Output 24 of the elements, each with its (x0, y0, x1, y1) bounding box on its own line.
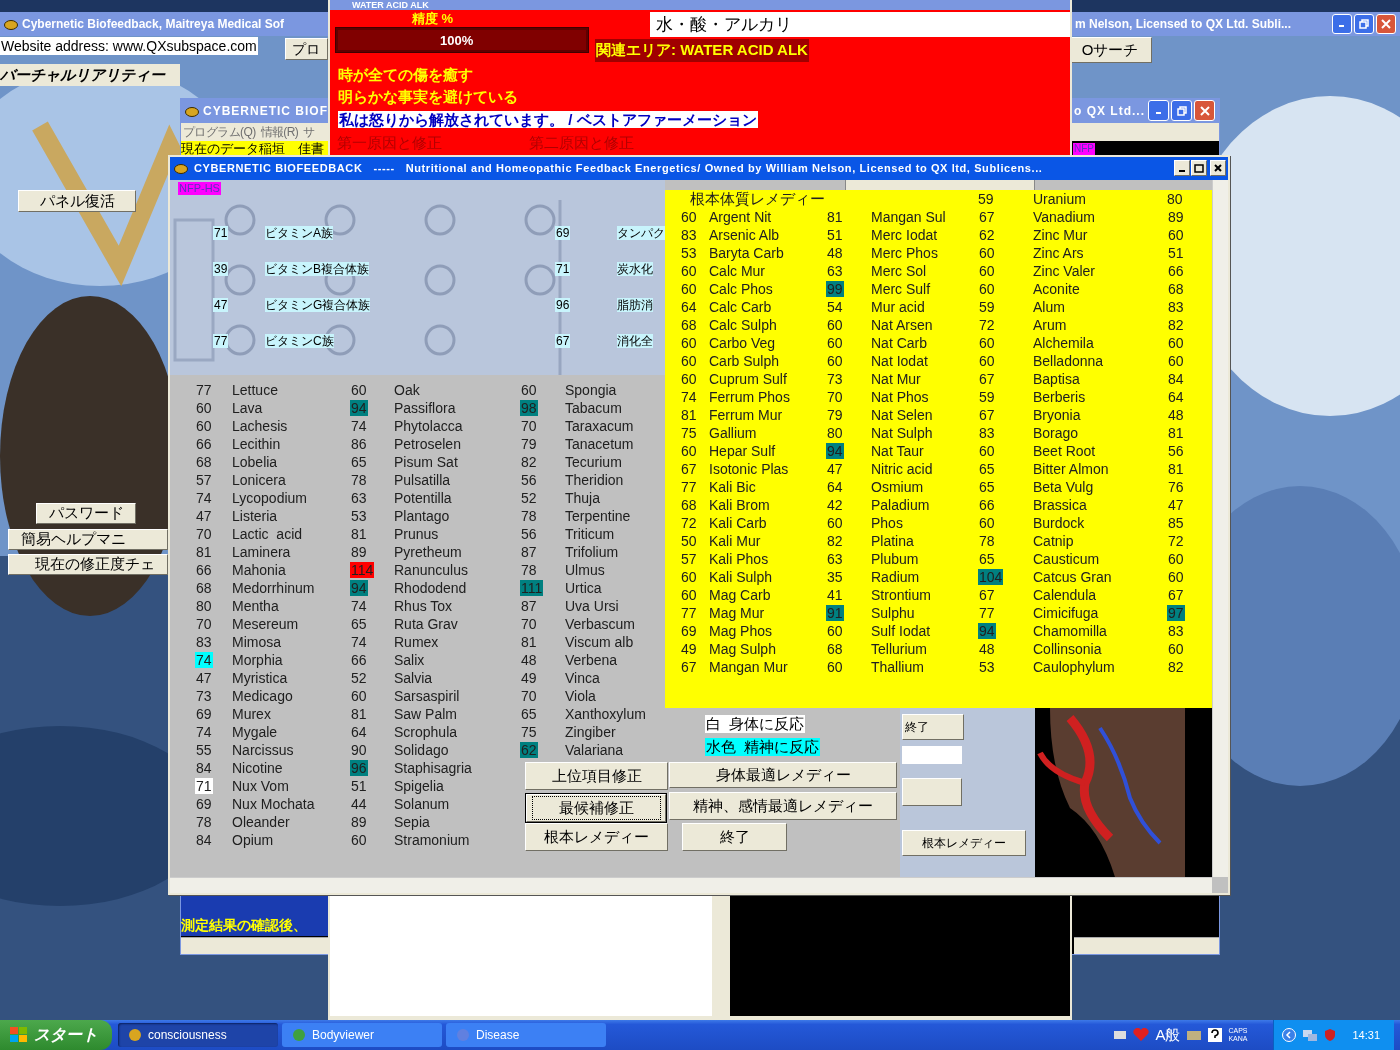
remedy-field[interactable]: 水・酸・アルカリ (650, 12, 1070, 37)
ime-indicator[interactable]: A般 (1155, 1023, 1181, 1047)
app-icon (4, 18, 18, 30)
app-icon (128, 1028, 142, 1042)
windows-logo-icon (10, 1027, 28, 1043)
app-icon (456, 1028, 470, 1042)
heart-icon (1133, 1028, 1150, 1042)
start-button[interactable]: スタート (0, 1020, 112, 1050)
close-icon (1381, 19, 1391, 29)
help-icon (1208, 1028, 1223, 1042)
window-title: WATER ACID ALK (352, 1, 429, 10)
window-title: m Nelson, Licensed to QX Ltd. Subli... (1075, 16, 1292, 33)
clock: 14:31 (1352, 1027, 1380, 1043)
restore-icon (1359, 19, 1369, 29)
taskbar-button[interactable]: Disease (446, 1023, 606, 1047)
taskbar-button[interactable]: consciousness (118, 1023, 278, 1047)
restore-button[interactable] (1354, 14, 1374, 34)
accuracy-label: 精度 % (412, 10, 454, 28)
shield-icon (1324, 1028, 1337, 1042)
taskbar-button[interactable]: Bodyviewer (282, 1023, 442, 1047)
network-icon (1302, 1028, 1319, 1042)
chevron-left-icon (1282, 1028, 1297, 1042)
app-icon (292, 1028, 306, 1042)
window-title: Cybernetic Biofeedback, Maitreya Medical Sof (22, 16, 285, 33)
